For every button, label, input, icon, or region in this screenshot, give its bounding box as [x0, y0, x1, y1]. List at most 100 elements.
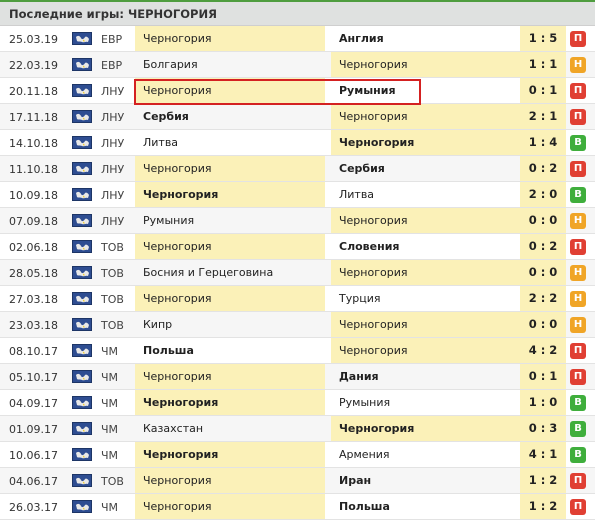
away-team[interactable]: Черногория — [331, 52, 521, 77]
home-team[interactable]: Черногория — [135, 78, 325, 103]
away-team[interactable]: Словения — [331, 234, 521, 259]
home-team[interactable]: Черногория — [135, 26, 325, 51]
match-row[interactable]: 27.03.18 ТОВ Черногория Турция 2 : 2Н — [0, 286, 595, 312]
away-team[interactable]: Черногория — [331, 130, 521, 155]
result-badge: Н — [570, 265, 586, 281]
result-badge: П — [570, 343, 586, 359]
match-date: 23.03.18 — [9, 319, 58, 332]
match-row[interactable]: 17.11.18 ЛНУ Сербия Черногория 2 : 1П — [0, 104, 595, 130]
away-team[interactable]: Иран — [331, 468, 521, 493]
match-row[interactable]: 28.05.18 ТОВ Босния и Герцеговина Черногори… — [0, 260, 595, 286]
match-score[interactable]: 0 : 0 — [520, 208, 566, 233]
result-badge: П — [570, 369, 586, 385]
home-team[interactable]: Черногория — [135, 364, 325, 389]
away-team[interactable]: Армения — [331, 442, 521, 467]
result-badge: Н — [570, 57, 586, 73]
away-team[interactable]: Черногория — [331, 338, 521, 363]
away-team[interactable]: Сербия — [331, 156, 521, 181]
result-badge: П — [570, 109, 586, 125]
away-team[interactable]: Дания — [331, 364, 521, 389]
home-team[interactable]: Казахстан — [135, 416, 325, 441]
away-team[interactable]: Черногория — [331, 208, 521, 233]
match-score[interactable]: 0 : 1 — [520, 78, 566, 103]
home-team[interactable]: Босния и Герцеговина — [135, 260, 325, 285]
match-date: 10.09.18 — [9, 189, 58, 202]
match-date: 28.05.18 — [9, 267, 58, 280]
match-score[interactable]: 1 : 0 — [520, 390, 566, 415]
match-date: 26.03.17 — [9, 501, 58, 514]
match-score[interactable]: 1 : 1 — [520, 52, 566, 77]
match-row[interactable]: 10.09.18 ЛНУ Черногория Литва 2 : 0В — [0, 182, 595, 208]
match-row[interactable]: 25.03.19 ЕВР Черногория Англия 1 : 5П — [0, 26, 595, 52]
home-team[interactable]: Болгария — [135, 52, 325, 77]
home-team[interactable]: Черногория — [135, 182, 325, 207]
match-date: 20.11.18 — [9, 85, 58, 98]
match-row[interactable]: 05.10.17 ЧМ Черногория Дания 0 : 1П — [0, 364, 595, 390]
match-row[interactable]: 04.06.17 ТОВ Черногория Иран 1 : 2П — [0, 468, 595, 494]
world-flag-icon — [72, 58, 92, 71]
home-team[interactable]: Кипр — [135, 312, 325, 337]
home-team[interactable]: Черногория — [135, 286, 325, 311]
match-date: 01.09.17 — [9, 423, 58, 436]
home-team[interactable]: Польша — [135, 338, 325, 363]
home-team[interactable]: Черногория — [135, 234, 325, 259]
home-team[interactable]: Черногория — [135, 442, 325, 467]
match-score[interactable]: 0 : 3 — [520, 416, 566, 441]
away-team[interactable]: Польша — [331, 494, 521, 519]
match-score[interactable]: 1 : 4 — [520, 130, 566, 155]
match-score[interactable]: 0 : 1 — [520, 364, 566, 389]
match-row[interactable]: 07.09.18 ЛНУ Румыния Черногория 0 : 0Н — [0, 208, 595, 234]
away-team[interactable]: Англия — [331, 26, 521, 51]
match-score[interactable]: 1 : 5 — [520, 26, 566, 51]
match-score[interactable]: 2 : 2 — [520, 286, 566, 311]
match-score[interactable]: 0 : 2 — [520, 156, 566, 181]
world-flag-icon — [72, 448, 92, 461]
home-team[interactable]: Черногория — [135, 156, 325, 181]
result-badge: В — [570, 395, 586, 411]
match-row[interactable]: 11.10.18 ЛНУ Черногория Сербия 0 : 2П — [0, 156, 595, 182]
result-badge: П — [570, 473, 586, 489]
home-team[interactable]: Румыния — [135, 208, 325, 233]
away-team[interactable]: Литва — [331, 182, 521, 207]
match-score[interactable]: 1 : 2 — [520, 494, 566, 519]
away-team[interactable]: Румыния — [331, 390, 521, 415]
match-row[interactable]: 14.10.18 ЛНУ Литва Черногория 1 : 4В — [0, 130, 595, 156]
away-team[interactable]: Черногория — [331, 104, 521, 129]
match-row[interactable]: 10.06.17 ЧМ Черногория Армения 4 : 1В — [0, 442, 595, 468]
match-score[interactable]: 4 : 1 — [520, 442, 566, 467]
match-row[interactable]: 22.03.19 ЕВР Болгария Черногория 1 : 1Н — [0, 52, 595, 78]
home-team[interactable]: Литва — [135, 130, 325, 155]
match-row[interactable]: 23.03.18 ТОВ Кипр Черногория 0 : 0Н — [0, 312, 595, 338]
match-row[interactable]: 02.06.18 ТОВ Черногория Словения 0 : 2П — [0, 234, 595, 260]
match-row[interactable]: 04.09.17 ЧМ Черногория Румыния 1 : 0В — [0, 390, 595, 416]
away-team[interactable]: Черногория — [331, 312, 521, 337]
home-team[interactable]: Черногория — [135, 468, 325, 493]
match-score[interactable]: 0 : 0 — [520, 312, 566, 337]
away-team[interactable]: Румыния — [331, 78, 521, 103]
match-score[interactable]: 4 : 2 — [520, 338, 566, 363]
match-date: 02.06.18 — [9, 241, 58, 254]
home-team[interactable]: Черногория — [135, 390, 325, 415]
away-team[interactable]: Черногория — [331, 260, 521, 285]
competition-label: ЛНУ — [101, 189, 125, 202]
result-badge: Н — [570, 291, 586, 307]
away-team[interactable]: Турция — [331, 286, 521, 311]
home-team[interactable]: Черногория — [135, 494, 325, 519]
competition-label: ЛНУ — [101, 111, 125, 124]
match-score[interactable]: 2 : 1 — [520, 104, 566, 129]
match-row[interactable]: 26.03.17 ЧМ Черногория Польша 1 : 2П — [0, 494, 595, 520]
match-row[interactable]: 01.09.17 ЧМ Казахстан Черногория 0 : 3В — [0, 416, 595, 442]
match-score[interactable]: 2 : 0 — [520, 182, 566, 207]
match-score[interactable]: 1 : 2 — [520, 468, 566, 493]
match-score[interactable]: 0 : 0 — [520, 260, 566, 285]
world-flag-icon — [72, 84, 92, 97]
home-team[interactable]: Сербия — [135, 104, 325, 129]
match-score[interactable]: 0 : 2 — [520, 234, 566, 259]
match-row[interactable]: 08.10.17 ЧМ Польша Черногория 4 : 2П — [0, 338, 595, 364]
match-list: 25.03.19 ЕВР Черногория Англия 1 : 5 П 22.03.1… — [0, 26, 595, 520]
away-team[interactable]: Черногория — [331, 416, 521, 441]
result-badge: В — [570, 421, 586, 437]
match-row[interactable]: 20.11.18 ЛНУ Черногория Румыния 0 : 1П — [0, 78, 595, 104]
competition-label: ЛНУ — [101, 137, 125, 150]
competition-label: ЛНУ — [101, 85, 125, 98]
